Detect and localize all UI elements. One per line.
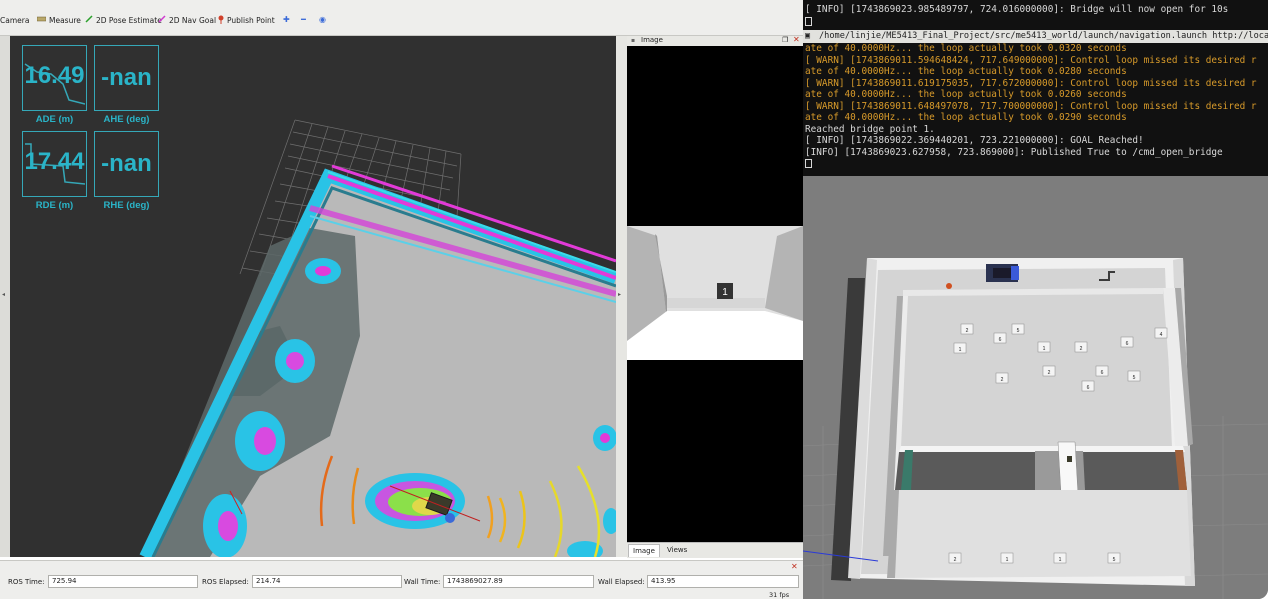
ros-time-label: ROS Time: bbox=[8, 578, 45, 586]
map-pin-icon bbox=[218, 15, 224, 26]
rde-gauge: 17.44 bbox=[22, 131, 87, 197]
image-panel-tabs: Image Views bbox=[627, 542, 803, 558]
green-arrow-icon bbox=[85, 15, 93, 25]
svg-text:5: 5 bbox=[1017, 328, 1020, 334]
rhe-label: RHE (deg) bbox=[103, 200, 150, 211]
rviz-3d-view[interactable]: 16.49 ADE (m) -nan AHE (deg) 17.44 RDE (… bbox=[10, 36, 616, 557]
ruler-icon bbox=[36, 16, 47, 24]
terminal-line: ate of 40.0000Hz... the loop actually to… bbox=[805, 43, 1127, 54]
svg-text:2: 2 bbox=[954, 557, 957, 563]
grip-icon: ▪ bbox=[631, 37, 636, 44]
camera-tool-label: Camera bbox=[0, 15, 30, 25]
remove-tool-button[interactable]: ━ bbox=[301, 13, 306, 27]
measure-tool-label: Measure bbox=[49, 15, 81, 25]
ros-elapsed-label: ROS Elapsed: bbox=[202, 578, 249, 586]
collapse-left-icon: ◂ bbox=[2, 291, 6, 298]
svg-text:6: 6 bbox=[1126, 341, 1129, 347]
terminal-line-top: [ INFO] [1743869023.985489797, 724.01600… bbox=[805, 4, 1229, 15]
svg-text:1: 1 bbox=[1043, 346, 1046, 352]
svg-text:4: 4 bbox=[1160, 332, 1163, 338]
svg-text:6: 6 bbox=[1087, 385, 1090, 391]
terminal-line: [INFO] [1743869023.627958, 723.869000]: … bbox=[805, 146, 1223, 158]
terminal-line: ate of 40.0000Hz... the loop actually to… bbox=[805, 66, 1127, 77]
pose-estimate-label: 2D Pose Estimate bbox=[96, 15, 162, 25]
plus-icon: ✚ bbox=[283, 15, 290, 24]
gazebo-world-render: 2 5 4 6 1 1 2 6 2 6 2 5 6 2 1 1 5 bbox=[803, 176, 1268, 599]
svg-text:1: 1 bbox=[959, 347, 962, 353]
marker-label: 1 bbox=[722, 287, 728, 298]
terminal-titlebar[interactable]: ▣ /home/linjie/ME5413_Final_Project/src/… bbox=[803, 30, 1268, 43]
terminal-title: /home/linjie/ME5413_Final_Project/src/me… bbox=[819, 31, 1268, 41]
ade-gauge: 16.49 bbox=[22, 45, 87, 111]
svg-text:5: 5 bbox=[1113, 557, 1116, 563]
svg-text:6: 6 bbox=[999, 337, 1002, 343]
terminal-icon: ▣ bbox=[805, 31, 811, 41]
terminal-window[interactable]: [ INFO] [1743869023.985489797, 724.01600… bbox=[803, 0, 1268, 176]
svg-text:2: 2 bbox=[1001, 377, 1004, 383]
terminal-line: [ WARN] [1743869011.594648424, 717.64900… bbox=[805, 54, 1257, 66]
ade-label: ADE (m) bbox=[35, 114, 74, 125]
fps-readout: 31 fps bbox=[769, 591, 790, 599]
wall-elapsed-label: Wall Elapsed: bbox=[598, 578, 645, 586]
svg-text:2: 2 bbox=[1048, 370, 1051, 376]
ahe-value: -nan bbox=[101, 64, 152, 91]
terminal-line: Reached bridge point 1. bbox=[805, 123, 935, 135]
image-panel-title: Image bbox=[641, 36, 663, 44]
close-panel-icon[interactable]: ✕ bbox=[793, 35, 800, 44]
rde-value: 17.44 bbox=[24, 148, 85, 175]
panel-splitter[interactable]: ▸ bbox=[616, 36, 627, 557]
rviz-toolbar: Camera Measure 2D Pose Estimate 2D Nav G… bbox=[0, 0, 803, 36]
publish-point-label: Publish Point bbox=[227, 15, 275, 25]
wall-time-label: Wall Time: bbox=[404, 578, 441, 586]
terminal-cursor bbox=[805, 17, 812, 26]
left-panel-collapse-strip[interactable]: ◂ bbox=[0, 36, 10, 557]
terminal-line: ate of 40.0000Hz... the loop actually to… bbox=[805, 89, 1127, 100]
eye-icon: ◉ bbox=[319, 15, 326, 24]
rde-label: RDE (m) bbox=[35, 200, 74, 211]
time-panel-close-icon[interactable]: ✕ bbox=[791, 562, 798, 571]
tool-properties-button[interactable]: ◉ bbox=[319, 13, 326, 27]
add-tool-button[interactable]: ✚ bbox=[283, 13, 290, 27]
nav-goal-label: 2D Nav Goal bbox=[169, 15, 217, 25]
svg-text:1: 1 bbox=[1059, 557, 1062, 563]
wall-time-field[interactable]: 1743869027.89 bbox=[443, 575, 594, 588]
wall-elapsed-field[interactable]: 413.95 bbox=[647, 575, 799, 588]
image-panel-titlebar: ▪ Image ❐ ✕ bbox=[627, 35, 803, 46]
gazebo-view[interactable]: 2 5 4 6 1 1 2 6 2 6 2 5 6 2 1 1 5 bbox=[803, 176, 1268, 599]
ros-time-field[interactable]: 725.94 bbox=[48, 575, 198, 588]
ade-value: 16.49 bbox=[24, 62, 85, 89]
tab-image[interactable]: Image bbox=[628, 544, 660, 557]
terminal-cursor-bottom bbox=[805, 159, 812, 168]
svg-text:2: 2 bbox=[1080, 346, 1083, 352]
time-panel: ✕ ROS Time: 725.94 ROS Elapsed: 214.74 W… bbox=[0, 560, 803, 599]
image-panel: 1 bbox=[627, 36, 803, 557]
svg-text:6: 6 bbox=[1101, 370, 1104, 376]
svg-text:2: 2 bbox=[966, 328, 969, 334]
svg-text:1: 1 bbox=[1006, 557, 1009, 563]
terminal-line: [ WARN] [1743869011.648497078, 717.70000… bbox=[805, 100, 1257, 112]
pink-arrow-icon bbox=[158, 15, 166, 25]
camera-image: 1 bbox=[627, 36, 803, 557]
nav-goal-tool[interactable]: 2D Nav Goal bbox=[158, 13, 216, 27]
measure-tool[interactable]: Measure bbox=[36, 13, 81, 27]
svg-text:5: 5 bbox=[1133, 375, 1136, 381]
publish-point-tool[interactable]: Publish Point bbox=[218, 13, 275, 27]
terminal-line: ate of 40.0000Hz... the loop actually to… bbox=[805, 112, 1127, 123]
terminal-line: [ WARN] [1743869011.619175035, 717.67200… bbox=[805, 77, 1257, 89]
pose-estimate-tool[interactable]: 2D Pose Estimate bbox=[85, 13, 162, 27]
ahe-label: AHE (deg) bbox=[103, 114, 150, 125]
ahe-gauge: -nan bbox=[94, 45, 159, 111]
rhe-gauge: -nan bbox=[94, 131, 159, 197]
ros-elapsed-field[interactable]: 214.74 bbox=[252, 575, 402, 588]
camera-tool[interactable]: Camera bbox=[0, 13, 29, 27]
tab-views[interactable]: Views bbox=[663, 544, 691, 556]
collapse-right-icon: ▸ bbox=[618, 291, 622, 298]
rhe-value: -nan bbox=[101, 150, 152, 177]
float-panel-icon[interactable]: ❐ bbox=[782, 36, 788, 44]
minus-icon: ━ bbox=[301, 15, 306, 24]
terminal-line: [ INFO] [1743869022.369440201, 723.22100… bbox=[805, 135, 1144, 146]
